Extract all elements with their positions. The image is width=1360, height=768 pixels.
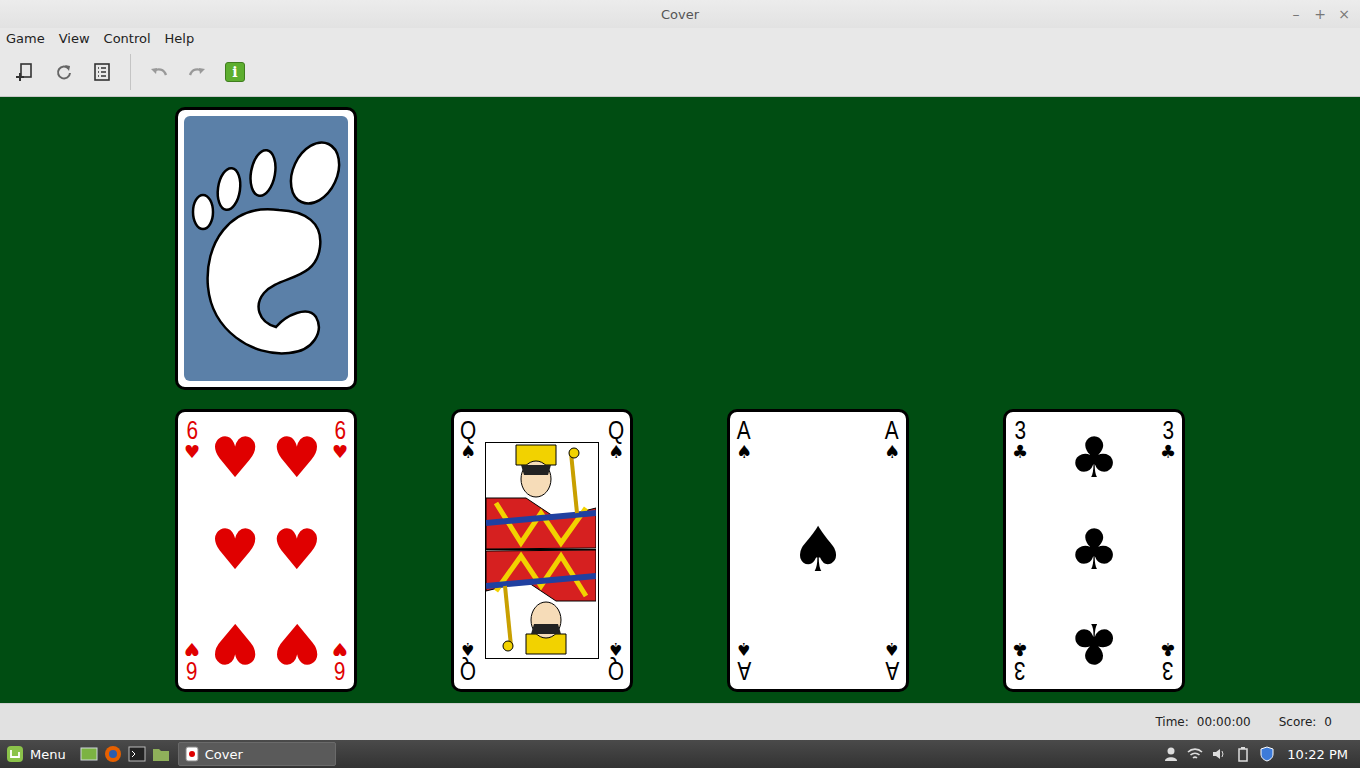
- folder-icon[interactable]: [152, 745, 170, 763]
- time-label: Time:: [1155, 715, 1188, 729]
- pip: ♠: [790, 504, 846, 596]
- card-index: 6♥: [181, 417, 203, 461]
- pip: ♥: [210, 504, 260, 596]
- score-value: 0: [1324, 715, 1332, 729]
- window-controls: –+ ×: [1288, 6, 1360, 22]
- new-game-icon: [16, 62, 36, 82]
- pip: ♥: [272, 597, 322, 689]
- screen: Cover–+×GameViewControlHelpi6♥6♥6♥6♥♥♥♥♥…: [0, 0, 1360, 768]
- score-display: Score: 0: [1279, 715, 1332, 729]
- window-control-button[interactable]: –: [1288, 6, 1304, 22]
- volume-icon[interactable]: [1211, 746, 1227, 762]
- wifi-icon[interactable]: [1187, 746, 1203, 762]
- taskbar-window-title: Cover: [205, 747, 243, 762]
- title-bar: Cover –+ ×: [0, 0, 1360, 28]
- pip: ♥: [272, 504, 322, 596]
- start-menu-button[interactable]: Menu: [6, 745, 72, 763]
- menu-bar: Game View Control Help: [0, 28, 1360, 48]
- pip: ♣: [1069, 412, 1119, 504]
- toolbar-button[interactable]: [48, 57, 80, 87]
- battery-icon[interactable]: [1235, 746, 1251, 762]
- queen-figure-icon: [486, 443, 596, 656]
- card-index: A♠: [881, 640, 903, 684]
- mint-logo-icon: [6, 745, 24, 763]
- status-bar: Time: 00:00:00 Score: 0: [0, 703, 1360, 740]
- menu-item[interactable]: Control: [104, 31, 151, 46]
- shield-icon[interactable]: [1259, 746, 1275, 762]
- card-index: 3♣: [1009, 640, 1031, 684]
- toolbar-button[interactable]: [143, 57, 175, 87]
- pip: ♣: [1069, 597, 1119, 689]
- pip: ♣: [1069, 504, 1119, 596]
- start-menu-label: Menu: [30, 747, 66, 762]
- toolbar-button[interactable]: [86, 57, 118, 87]
- card-index: 3♣: [1157, 640, 1179, 684]
- card-index: 3♣: [1009, 417, 1031, 461]
- card-index: 6♥: [181, 640, 203, 684]
- face-area: [454, 412, 630, 689]
- card-index: Q♠: [605, 640, 627, 684]
- menu-item[interactable]: View: [59, 31, 90, 46]
- pip-area: ♣♣♣: [1006, 412, 1182, 689]
- playing-card[interactable]: A♠ A♠ A♠ A♠ ♠: [727, 409, 909, 692]
- card-index: Q♠: [605, 417, 627, 461]
- desktop-icon[interactable]: [80, 745, 98, 763]
- playing-card[interactable]: 6♥6♥6♥6♥♥♥♥♥♥♥: [175, 409, 357, 692]
- toolbar-button[interactable]: [181, 57, 213, 87]
- pip: ♥: [272, 412, 322, 504]
- taskbar: Menu Cover 10:22 PM: [0, 740, 1360, 768]
- stock-pile[interactable]: [175, 107, 357, 390]
- card-index: 6♥: [329, 640, 351, 684]
- menu-item[interactable]: Help: [165, 31, 195, 46]
- toolbar: i: [0, 48, 1360, 97]
- card-index: 6♥: [329, 417, 351, 461]
- pip: ♥: [210, 412, 260, 504]
- card-index: 3♣: [1157, 417, 1179, 461]
- playing-card[interactable]: Q♠ Q♠ Q♠ Q♠: [451, 409, 633, 692]
- card-index: A♠: [881, 417, 903, 461]
- toolbar-button[interactable]: i: [219, 57, 251, 87]
- time-value: 00:00:00: [1197, 715, 1251, 729]
- window-title: Cover: [661, 7, 699, 22]
- cards-icon: [185, 746, 199, 762]
- user-icon[interactable]: [1163, 746, 1179, 762]
- restart-icon: [54, 62, 74, 82]
- stock-row: [175, 107, 1360, 390]
- undo-icon: [149, 62, 169, 82]
- redo-icon: [187, 62, 207, 82]
- card-index: Q♠: [457, 640, 479, 684]
- toolbar-separator: [130, 54, 131, 90]
- tableau: 6♥6♥6♥6♥♥♥♥♥♥♥Q♠Q♠Q♠Q♠A♠A♠A♠A♠♠3♣3♣3♣3♣♣…: [175, 409, 1360, 692]
- time-display: Time: 00:00:00: [1155, 715, 1250, 729]
- game-table: 6♥6♥6♥6♥♥♥♥♥♥♥Q♠Q♠Q♠Q♠A♠A♠A♠A♠♠3♣3♣3♣3♣♣…: [0, 97, 1360, 703]
- system-tray: 10:22 PM: [1163, 746, 1354, 762]
- window-control-button[interactable]: ×: [1336, 6, 1352, 22]
- pip-area: ♠: [730, 412, 906, 689]
- gnome-foot-icon: [184, 116, 348, 381]
- playing-card[interactable]: 3♣3♣3♣3♣♣♣♣: [1003, 409, 1185, 692]
- menu-item[interactable]: Game: [6, 31, 45, 46]
- card-back: [184, 116, 348, 381]
- clock[interactable]: 10:22 PM: [1287, 747, 1354, 762]
- statistics-icon: [92, 62, 112, 82]
- score-label: Score:: [1279, 715, 1317, 729]
- terminal-icon[interactable]: [128, 745, 146, 763]
- launchers: [80, 745, 170, 763]
- hint-icon: i: [225, 62, 245, 82]
- firefox-icon[interactable]: [104, 745, 122, 763]
- pip: ♥: [210, 597, 260, 689]
- queen-portrait: [485, 442, 599, 659]
- pip-area: ♥♥♥♥♥♥: [178, 412, 354, 689]
- window-control-button[interactable]: +: [1312, 6, 1328, 22]
- card-index: A♠: [733, 417, 755, 461]
- card-index: Q♠: [457, 417, 479, 461]
- taskbar-window-button[interactable]: Cover: [178, 742, 336, 766]
- toolbar-button[interactable]: [10, 57, 42, 87]
- card-index: A♠: [733, 640, 755, 684]
